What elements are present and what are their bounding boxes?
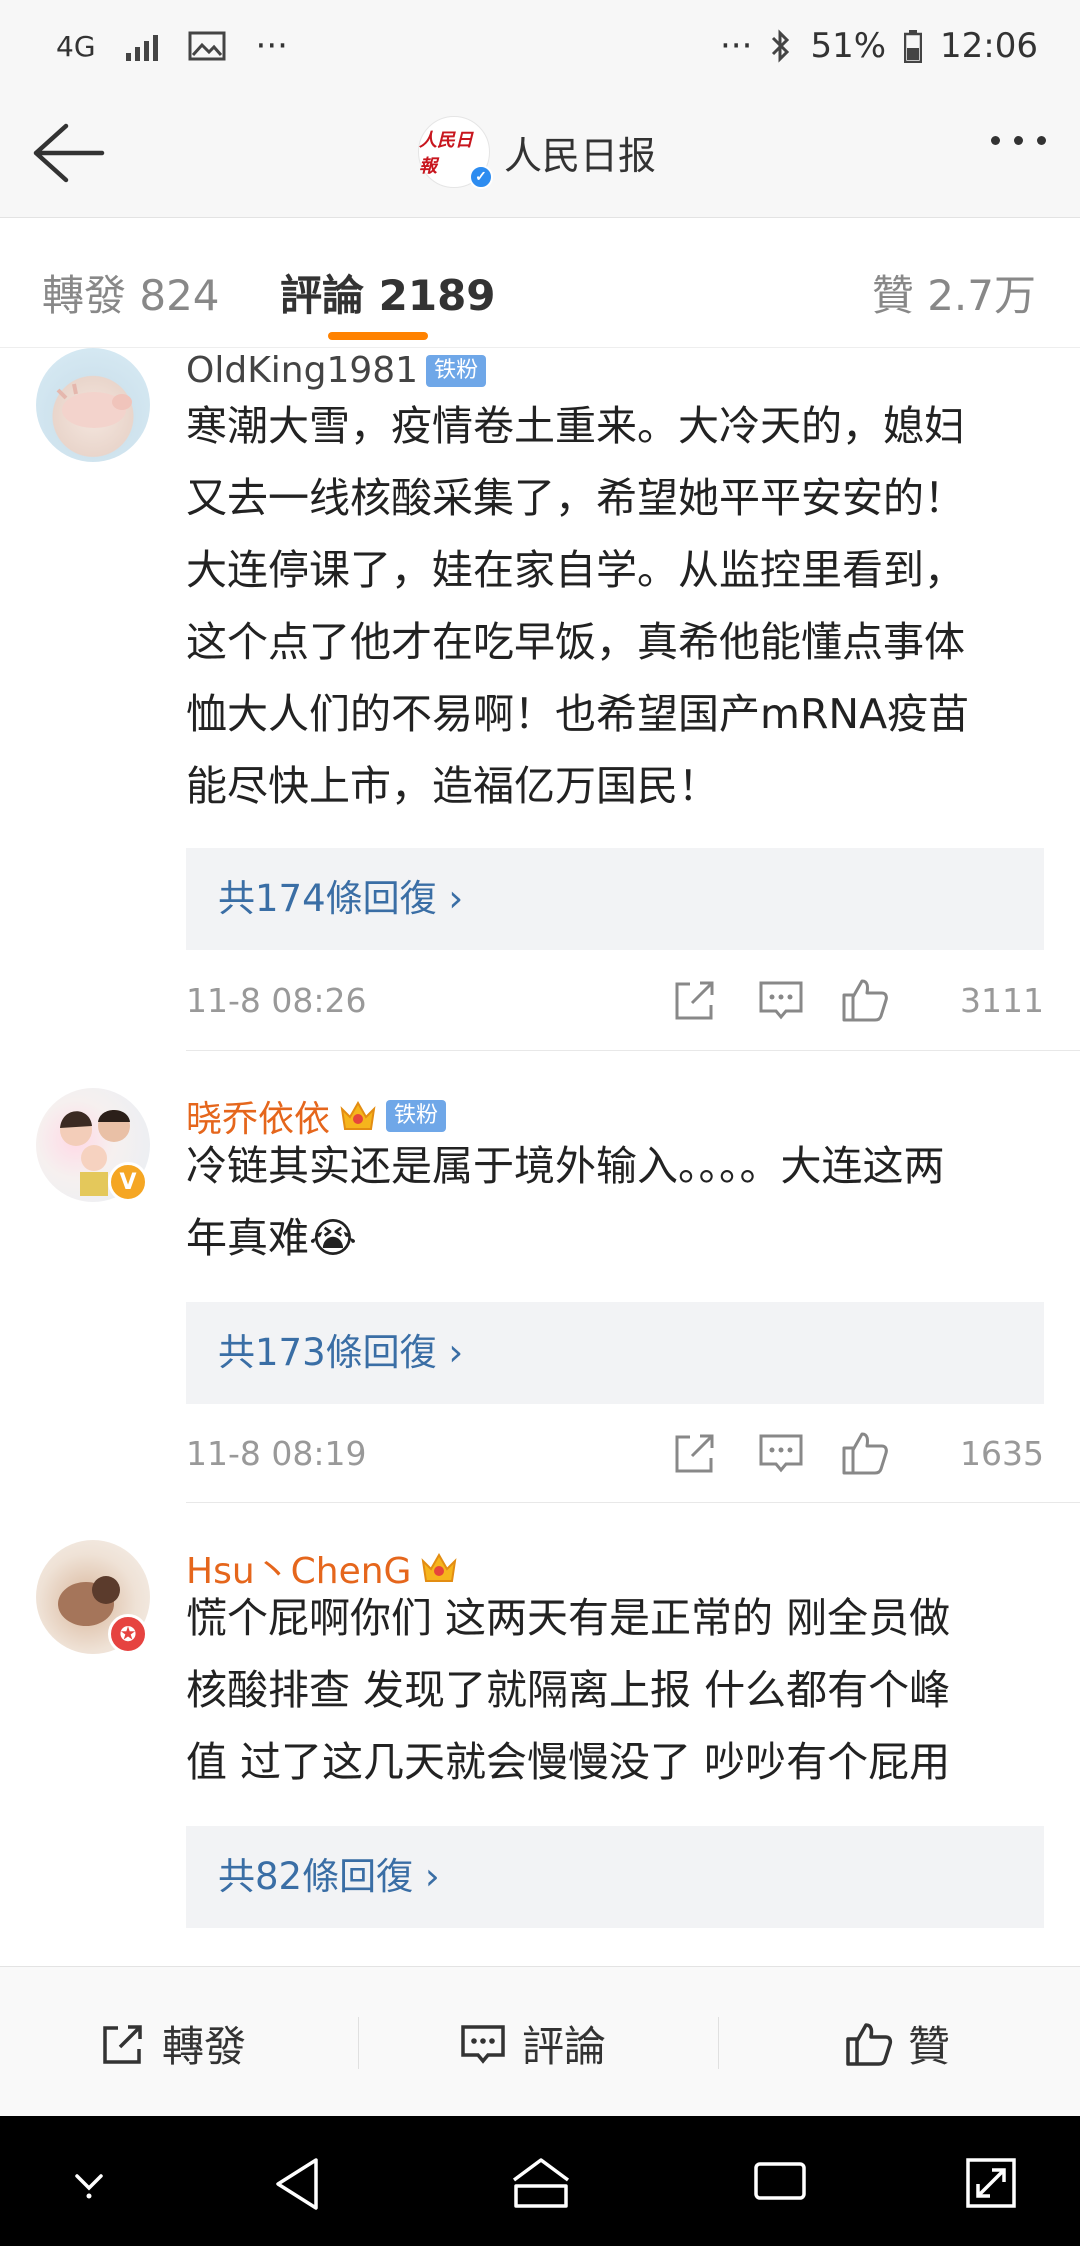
- comment-line: 又去一线核酸采集了，希望她平平安安的！: [186, 474, 965, 522]
- screen-rotate-icon[interactable]: [964, 2156, 1018, 2210]
- repost-icon[interactable]: [670, 1428, 720, 1478]
- clock: 12:06: [940, 26, 1038, 66]
- pig-avatar-icon: [56, 383, 132, 428]
- comment-time: 11-8 08:19: [186, 1434, 367, 1473]
- comment-line: 这个点了他才在吃早饭，真希他能懂点事体: [186, 618, 965, 666]
- comment-username-row: OldKing1981 铁粉: [186, 350, 487, 391]
- more-status-dots: ···: [720, 26, 753, 66]
- member-badge-icon: ✪: [108, 1614, 148, 1654]
- comment-line: 慌个屁啊你们 这两天有是正常的 刚全员做: [186, 1594, 951, 1642]
- repost-button[interactable]: 轉發: [98, 2013, 246, 2074]
- comment-button[interactable]: 評論: [458, 2013, 606, 2074]
- comment-line: 寒潮大雪，疫情卷土重来。大冷天的，媳妇: [186, 402, 965, 450]
- divider: [186, 1502, 1080, 1503]
- view-replies-button[interactable]: 共82條回復 ›: [186, 1826, 1044, 1928]
- notification-dots: ···: [255, 26, 288, 66]
- hide-keyboard-icon[interactable]: [64, 2156, 114, 2206]
- comment-line: 核酸排查 发现了就隔离上报 什么都有个峰: [186, 1666, 951, 1714]
- view-replies-button[interactable]: 共174條回復 ›: [186, 848, 1044, 950]
- comment-text: 寒潮大雪，疫情卷土重来。大冷天的，媳妇 又去一线核酸采集了，希望她平平安安的！ …: [186, 390, 1046, 822]
- fan-tag-badge: 铁粉: [426, 354, 487, 387]
- gallery-icon: [188, 31, 226, 61]
- recents-nav-icon[interactable]: [752, 2156, 808, 2206]
- tab-bar: 轉發 824 評論 2189 贊 2.7万: [0, 218, 1080, 348]
- app-header: 人民日報 ✓ 人民日报: [0, 90, 1080, 218]
- battery-percent: 51%: [810, 26, 887, 66]
- username[interactable]: OldKing1981: [186, 350, 418, 391]
- bluetooth-icon: [772, 29, 790, 63]
- comment-line: 能尽快上市，造福亿万国民！: [186, 762, 719, 810]
- comment-line: 年真难😭: [186, 1214, 357, 1262]
- comment-line: 大连停课了，娃在家自学。从监控里看到，: [186, 546, 965, 594]
- repost-icon[interactable]: [670, 975, 720, 1025]
- signal-icon: [125, 31, 158, 61]
- comment-meta: 11-8 08:26 3111: [186, 975, 1046, 1025]
- comment-line: 冷链其实还是属于境外输入。。。。大连这两: [186, 1142, 945, 1190]
- comment-text: 冷链其实还是属于境外输入。。。。大连这两 年真难😭: [186, 1130, 1046, 1274]
- comment-time: 11-8 08:26: [186, 981, 367, 1020]
- bottom-action-bar: 轉發 評論 贊: [0, 1966, 1080, 2116]
- like-icon: [846, 2022, 893, 2066]
- home-nav-icon[interactable]: [510, 2156, 572, 2212]
- more-options-icon[interactable]: [991, 136, 1046, 145]
- tab-repost[interactable]: 轉發 824: [42, 262, 220, 323]
- verified-user-badge-icon: V: [108, 1162, 148, 1202]
- like-count: 3111: [960, 981, 1044, 1020]
- view-replies-button[interactable]: 共173條回復 ›: [186, 1302, 1044, 1404]
- comment-text: 慌个屁啊你们 这两天有是正常的 刚全员做 核酸排查 发现了就隔离上报 什么都有个…: [186, 1582, 1046, 1798]
- comment-meta: 11-8 08:19 1635: [186, 1428, 1046, 1478]
- comment-icon[interactable]: [756, 975, 806, 1025]
- verified-badge-icon: ✓: [469, 165, 493, 189]
- account-name: 人民日报: [504, 133, 657, 178]
- repost-icon: [103, 2024, 142, 2064]
- like-count: 1635: [960, 1434, 1044, 1473]
- vip-crown-icon: [422, 1552, 457, 1582]
- divider: [358, 2017, 359, 2069]
- repost-label: 轉發: [162, 2022, 247, 2071]
- comment-line: 恤大人们的不易啊！也希望国产mRNA疫苗: [186, 690, 970, 738]
- back-nav-icon[interactable]: [272, 2156, 322, 2212]
- like-icon[interactable]: [840, 975, 890, 1025]
- like-label: 贊: [908, 2022, 951, 2071]
- back-arrow-icon[interactable]: [28, 118, 108, 188]
- account-avatar: 人民日報 ✓: [418, 116, 493, 189]
- tab-likes[interactable]: 贊 2.7万: [872, 262, 1036, 323]
- like-button[interactable]: 贊: [844, 2013, 950, 2074]
- divider: [718, 2017, 719, 2069]
- network-indicator: 4G: [56, 29, 96, 63]
- comment-icon: [461, 2024, 505, 2064]
- tab-comments[interactable]: 評論 2189: [280, 262, 496, 323]
- battery-icon: [904, 30, 923, 63]
- divider: [186, 1050, 1080, 1051]
- system-navigation-bar: [0, 2116, 1080, 2246]
- comment-label: 評論: [522, 2022, 607, 2071]
- vip-crown-icon: [340, 1100, 376, 1130]
- comment-icon[interactable]: [756, 1428, 806, 1478]
- comment-line: 值 过了这几天就会慢慢没了 吵吵有个屁用: [186, 1738, 951, 1786]
- account-header[interactable]: 人民日報 ✓ 人民日报: [418, 116, 657, 189]
- active-tab-indicator: [328, 332, 428, 340]
- status-bar: 4G ··· ··· 51% 12:06: [0, 0, 1080, 90]
- like-icon[interactable]: [840, 1428, 890, 1478]
- user-avatar[interactable]: [36, 348, 150, 462]
- fan-tag-badge: 铁粉: [386, 1100, 447, 1132]
